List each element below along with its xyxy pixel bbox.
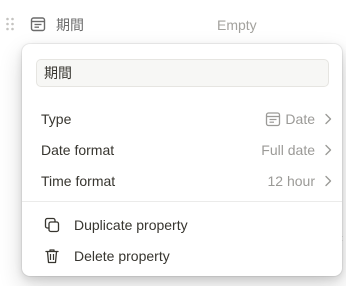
menu-item-date-format[interactable]: Date format Full date (28, 136, 336, 164)
action-label: Duplicate property (74, 217, 188, 233)
menu-item-right: 12 hour (268, 172, 336, 190)
menu-item-right: Date (265, 110, 336, 128)
menu-item-time-format[interactable]: Time format 12 hour (28, 167, 336, 195)
menu-item-label: Date format (41, 142, 115, 158)
menu-item-label: Type (41, 111, 72, 127)
menu-item-value: Full date (261, 142, 315, 158)
chevron-right-icon (320, 142, 336, 158)
menu-item-value: 12 hour (267, 173, 315, 189)
menu-item-type[interactable]: Type Date (28, 105, 336, 133)
property-value[interactable]: Empty (217, 16, 257, 34)
property-name-input[interactable] (36, 59, 329, 87)
calendar-icon (265, 111, 281, 127)
duplicate-icon (44, 217, 60, 233)
property-popover: Type Date D (22, 44, 342, 276)
trash-icon (44, 248, 60, 264)
menu-divider (22, 201, 342, 202)
menu-item-right: Full date (261, 141, 336, 159)
delete-property-button[interactable]: Delete property (28, 242, 336, 270)
action-label: Delete property (74, 248, 170, 264)
chevron-right-icon (320, 173, 336, 189)
property-name: 期間 (56, 17, 84, 33)
property-row[interactable]: 期間 Empty (0, 0, 346, 48)
chevron-right-icon (320, 111, 336, 127)
menu-item-value: Date (285, 111, 315, 127)
page-root: 期間 Empty ‹ Type Date (0, 0, 346, 286)
drag-handle-icon[interactable] (6, 17, 14, 31)
duplicate-property-button[interactable]: Duplicate property (28, 211, 336, 239)
menu-item-label: Time format (41, 173, 116, 189)
calendar-icon (30, 16, 46, 32)
